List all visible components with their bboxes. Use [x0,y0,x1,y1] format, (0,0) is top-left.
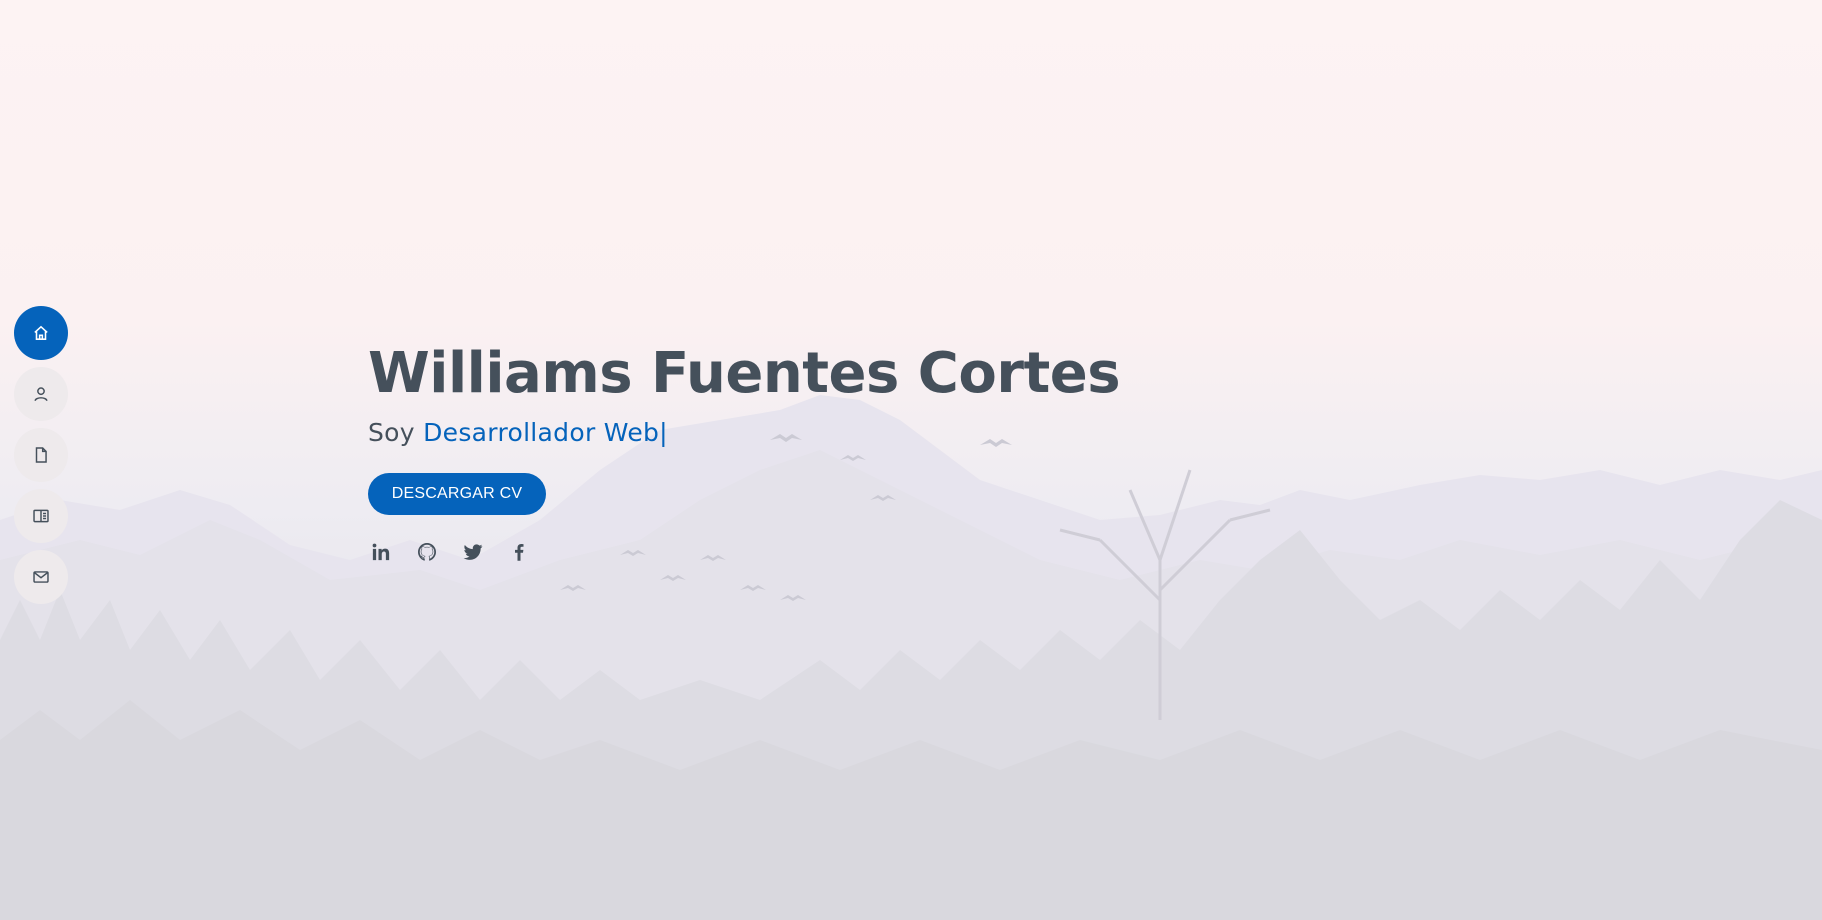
facebook-icon [515,544,524,561]
download-cv-button[interactable]: DESCARGAR CV [368,473,546,515]
github-icon [418,543,436,561]
facebook-link[interactable] [508,541,530,563]
home-icon [34,325,48,340]
social-links [370,541,1120,563]
nav-home-button[interactable] [14,306,68,360]
nav-portfolio-button[interactable] [14,489,68,543]
book-icon [33,509,49,523]
hero-subtitle: Soy Desarrollador Web| [368,418,1120,447]
nav-about-button[interactable] [14,367,68,421]
file-icon [35,447,47,463]
nav-contact-button[interactable] [14,550,68,604]
twitter-link[interactable] [462,541,484,563]
subtitle-prefix: Soy [368,418,415,447]
linkedin-link[interactable] [370,541,392,563]
hero-content: Williams Fuentes Cortes Soy Desarrollado… [368,336,1121,563]
typed-role: Desarrollador Web| [423,418,668,447]
side-navigation [14,306,68,604]
nav-resume-button[interactable] [14,428,68,482]
github-link[interactable] [416,541,438,563]
person-icon [34,387,48,402]
envelope-icon [33,571,49,583]
twitter-icon [463,544,483,560]
linkedin-icon [372,543,390,561]
hero-name: Williams Fuentes Cortes [368,341,1121,406]
